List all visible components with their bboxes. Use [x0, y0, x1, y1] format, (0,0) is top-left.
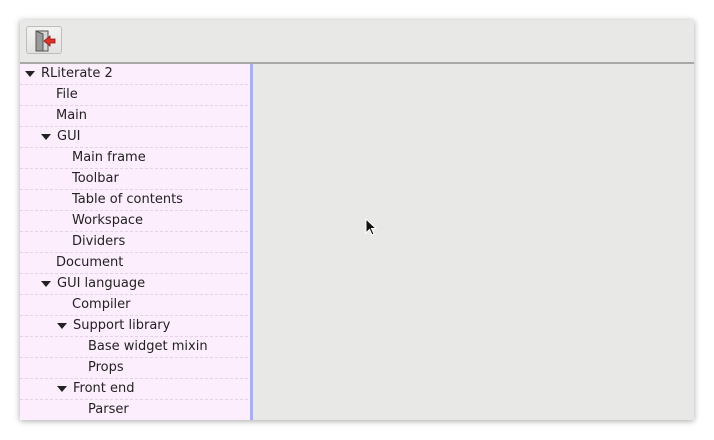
toc-item-compiler[interactable]: Compiler	[20, 295, 248, 316]
toc-item-table-of-contents[interactable]: Table of contents	[20, 190, 248, 211]
toc-item-parser[interactable]: Parser	[20, 400, 248, 420]
toc-item-support-library[interactable]: Support library	[20, 316, 248, 337]
quit-button[interactable]	[26, 26, 62, 54]
toc-item-label: Support library	[73, 318, 171, 333]
toc-item-gui[interactable]: GUI	[20, 127, 248, 148]
workspace[interactable]	[253, 64, 694, 420]
expanded-triangle-icon[interactable]	[41, 281, 51, 287]
toc-item-main-frame[interactable]: Main frame	[20, 148, 248, 169]
toc-item-base-widget-mixin[interactable]: Base widget mixin	[20, 337, 248, 358]
toc-item-label: File	[56, 87, 78, 102]
expanded-triangle-icon[interactable]	[57, 323, 67, 329]
toc-item-label: Parser	[88, 402, 129, 417]
toc-item-label: Dividers	[72, 234, 126, 249]
toc-item-label: Front end	[73, 381, 135, 396]
toc-item-gui-language[interactable]: GUI language	[20, 274, 248, 295]
toc-item-document[interactable]: Document	[20, 253, 248, 274]
table-of-contents[interactable]: RLiterate 2 File Main GUI Main frame Too…	[20, 64, 251, 420]
toc-item-toolbar[interactable]: Toolbar	[20, 169, 248, 190]
toc-item-file[interactable]: File	[20, 85, 248, 106]
toc-item-workspace[interactable]: Workspace	[20, 211, 248, 232]
toc-item-dividers[interactable]: Dividers	[20, 232, 248, 253]
toc-item-props[interactable]: Props	[20, 358, 248, 379]
toc-item-label: Toolbar	[72, 171, 119, 186]
expanded-triangle-icon[interactable]	[25, 71, 35, 77]
toc-item-label: Main frame	[72, 150, 146, 165]
mouse-pointer-icon	[365, 218, 377, 236]
quit-icon	[35, 30, 56, 52]
toc-item-front-end[interactable]: Front end	[20, 379, 248, 400]
toolbar	[20, 20, 694, 64]
toc-item-label: Main	[56, 108, 88, 123]
toc-item-label: Base widget mixin	[88, 339, 208, 354]
toc-item-label: GUI	[57, 129, 81, 144]
toc-item-rliterate-2[interactable]: RLiterate 2	[20, 64, 248, 85]
toc-item-label: Workspace	[72, 213, 144, 228]
toc-item-label: GUI language	[57, 276, 146, 291]
toc-item-label: Table of contents	[72, 192, 183, 207]
main-window: RLiterate 2 File Main GUI Main frame Too…	[20, 20, 694, 420]
toc-item-main[interactable]: Main	[20, 106, 248, 127]
toc-item-label: Compiler	[72, 297, 131, 312]
toc-item-label: Props	[88, 360, 124, 375]
expanded-triangle-icon[interactable]	[41, 134, 51, 140]
toc-item-label: Document	[56, 255, 124, 270]
toc-item-label: RLiterate 2	[41, 66, 113, 81]
expanded-triangle-icon[interactable]	[57, 386, 67, 392]
